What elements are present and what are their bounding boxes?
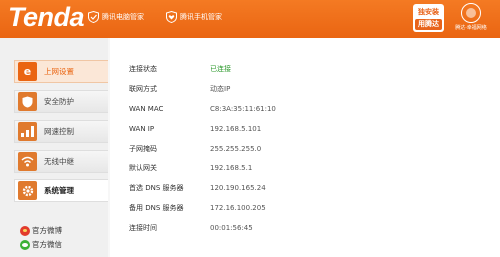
sidebar-item-label: 上网设置 [44,67,74,76]
sidebar-item-system-management[interactable]: 系统管理 [14,179,108,202]
status-row-gateway: 默认网关 192.168.5.1 [129,162,489,174]
row-label: WAN IP [129,125,155,133]
promo-line1: 独安装 [418,8,439,16]
shield-heart-icon [166,11,177,23]
happy-network-badge: 腾达·幸福网络 [449,3,493,35]
wechat-label: 官方微信 [32,240,62,249]
mobile-manager-label: 腾讯手机管家 [180,13,222,21]
mobile-manager-link[interactable]: 腾讯手机管家 [166,11,222,23]
row-value: 动态IP [210,85,231,93]
promo-line2: 用腾达 [415,19,442,30]
weibo-label: 官方微博 [32,226,62,235]
wireless-relay-icon [18,152,37,171]
pc-manager-label: 腾讯电脑管家 [102,13,144,21]
sidebar-item-label: 系统管理 [44,186,74,195]
badge-caption: 腾达·幸福网络 [455,25,487,31]
status-row-connection: 连接状态 已连接 [129,63,489,75]
row-value: 192.168.5.1 [210,164,253,172]
signal-bars-icon [18,122,37,141]
wechat-link[interactable]: 官方微信 [20,239,62,250]
weibo-link[interactable]: 官方微博 [20,225,62,236]
status-panel: 连接状态 已连接 联网方式 动态IP WAN MAC C8:3A:35:11:6… [110,38,500,257]
row-value: 120.190.165.24 [210,184,266,192]
row-value: 已连接 [210,65,231,73]
row-value: 192.168.5.101 [210,125,262,133]
row-value: C8:3A:35:11:61:10 [210,105,276,113]
row-label: 默认网关 [129,164,157,172]
row-label: 联网方式 [129,85,157,93]
status-row-secondary-dns: 备用 DNS 服务器 172.16.100.205 [129,202,489,214]
status-row-wan-mac: WAN MAC C8:3A:35:11:61:10 [129,103,489,115]
weibo-icon [20,225,30,236]
tenda-logo[interactable]: Tenda [8,2,85,32]
status-row-wan-ip: WAN IP 192.168.5.101 [129,123,489,135]
sidebar-item-label: 无线中继 [44,157,74,166]
row-value: 255.255.255.0 [210,145,262,153]
sidebar-item-speed-control[interactable]: 网速控制 [14,120,108,143]
shield-icon [18,92,37,111]
sidebar-item-internet-settings[interactable]: e 上网设置 [14,60,108,83]
shield-check-icon [88,11,99,23]
status-row-subnet: 子网掩码 255.255.255.0 [129,143,489,155]
wechat-icon [20,239,30,250]
row-label: 连接时间 [129,224,157,232]
sidebar-item-security[interactable]: 安全防护 [14,90,108,113]
happy-network-icon [461,3,481,23]
top-header: Tenda 腾讯电脑管家 腾讯手机管家 独安装 用腾达 腾达·幸福网络 [0,0,500,38]
row-label: 子网掩码 [129,145,157,153]
status-row-primary-dns: 首选 DNS 服务器 120.190.165.24 [129,182,489,194]
row-value: 172.16.100.205 [210,204,266,212]
row-label: 连接状态 [129,65,157,73]
row-value: 00:01:56:45 [210,224,253,232]
sidebar-item-label: 安全防护 [44,97,74,106]
status-row-uptime: 连接时间 00:01:56:45 [129,222,489,234]
row-label: WAN MAC [129,105,164,113]
row-label: 备用 DNS 服务器 [129,204,184,212]
sidebar-item-label: 网速控制 [44,127,74,136]
status-row-mode: 联网方式 动态IP [129,83,489,95]
sidebar-item-wireless-relay[interactable]: 无线中继 [14,150,108,173]
row-label: 首选 DNS 服务器 [129,184,184,192]
gear-icon [18,181,37,200]
e-icon: e [18,62,37,81]
promo-badge[interactable]: 独安装 用腾达 [413,4,444,32]
pc-manager-link[interactable]: 腾讯电脑管家 [88,11,144,23]
